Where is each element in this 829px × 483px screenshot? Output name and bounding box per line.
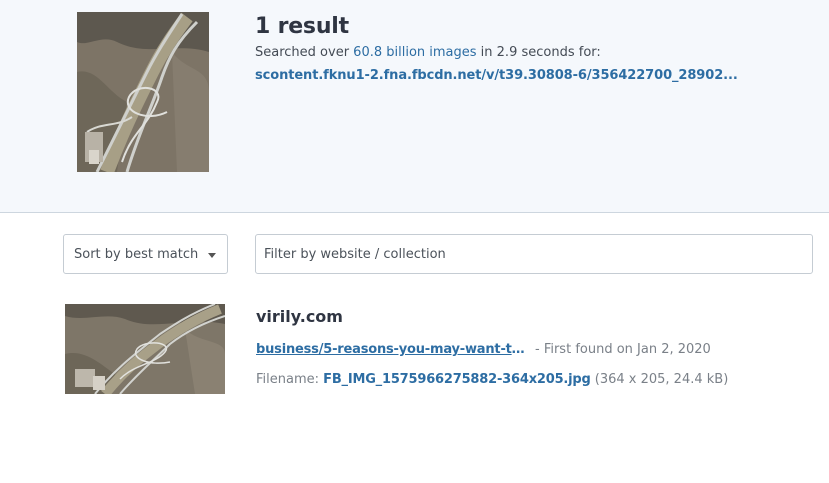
first-found-date: - First found on Jan 2, 2020 (535, 342, 711, 357)
searched-prefix: Searched over (255, 45, 354, 60)
sort-dropdown-label: Sort by best match (74, 246, 199, 262)
index-size: 60.8 billion images (353, 45, 477, 60)
result-source-line: business/5-reasons-you-may-want-to-h... -… (256, 342, 711, 357)
search-summary: Searched over 60.8 billion images in 2.9… (255, 45, 601, 60)
filename-label: Filename: (256, 372, 324, 387)
query-image-url[interactable]: scontent.fknu1-2.fna.fbcdn.net/v/t39.308… (255, 68, 738, 83)
filename-link[interactable]: FB_IMG_1575966275882-364x205.jpg (323, 372, 591, 387)
filter-input[interactable] (255, 234, 813, 274)
result-count: 1 result (255, 14, 349, 39)
query-image[interactable] (77, 12, 209, 172)
chevron-down-icon (208, 253, 216, 258)
searched-suffix: in 2.9 seconds for: (476, 45, 601, 60)
result-domain[interactable]: virily.com (256, 307, 343, 326)
result-image[interactable] (65, 304, 225, 394)
query-panel: 1 result Searched over 60.8 billion imag… (0, 0, 829, 213)
sort-dropdown[interactable]: Sort by best match (63, 234, 228, 274)
filename-meta: (364 x 205, 24.4 kB) (590, 372, 729, 387)
result-page-link[interactable]: business/5-reasons-you-may-want-to-h... (256, 342, 529, 357)
result-filename-line: Filename: FB_IMG_1575966275882-364x205.j… (256, 372, 728, 387)
